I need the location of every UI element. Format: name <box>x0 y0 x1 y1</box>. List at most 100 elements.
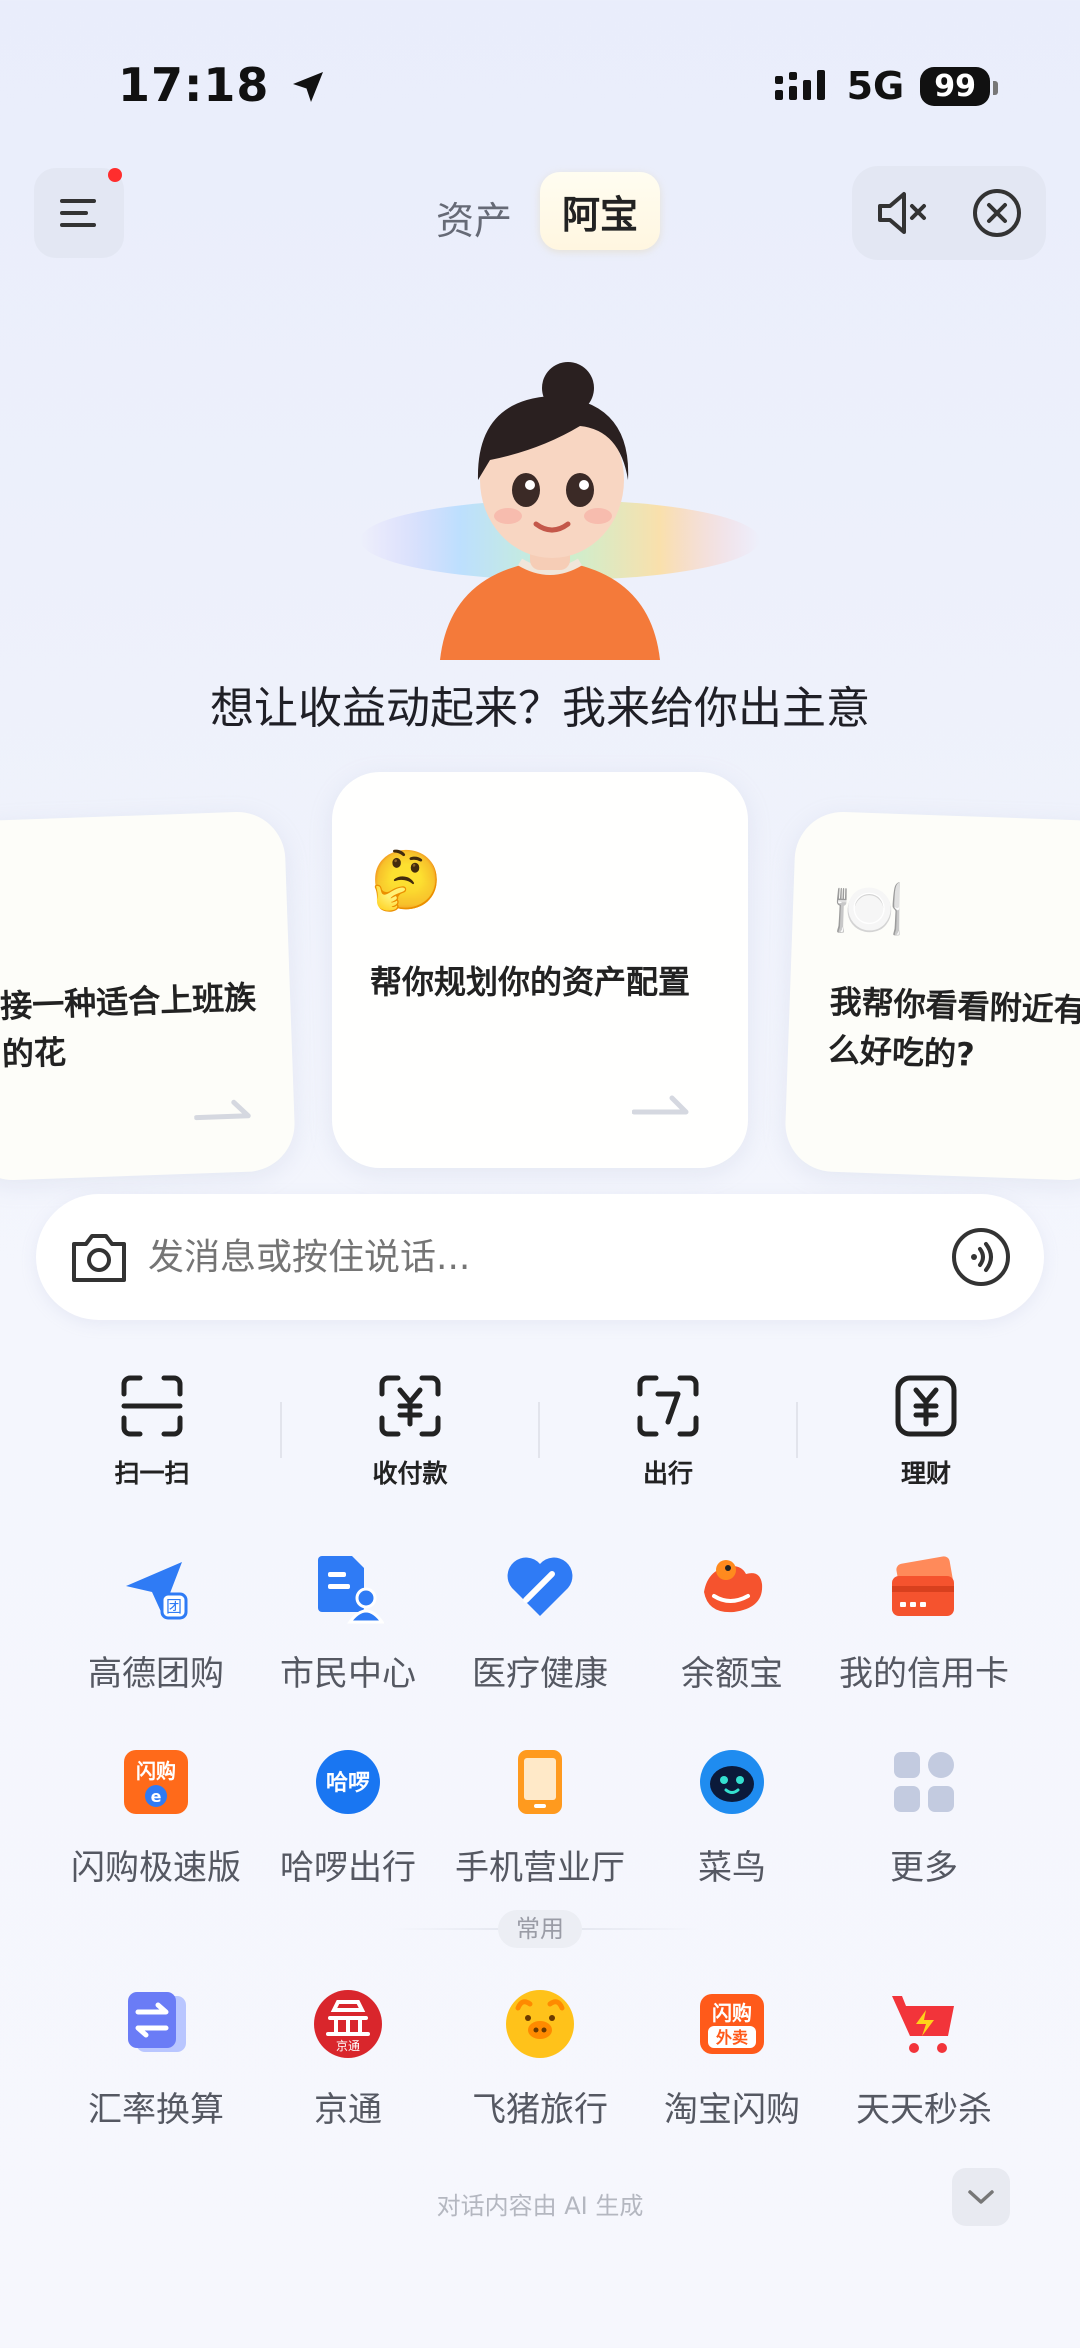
app-daily-flash-sale[interactable]: 天天秒杀 <box>824 1988 1024 2131</box>
notification-dot <box>108 168 122 182</box>
close-circle-icon <box>973 189 1021 237</box>
location-arrow-icon <box>293 72 324 102</box>
app-label: 飞猪旅行 <box>472 2090 608 2130</box>
app-cainiao[interactable]: 菜鸟 <box>632 1746 832 1889</box>
wealth-icon <box>895 1375 957 1437</box>
divider <box>538 1402 540 1458</box>
close-button[interactable] <box>964 180 1030 246</box>
menu-icon <box>60 199 96 227</box>
fliggy-icon <box>506 1990 574 2058</box>
app-label: 天天秒杀 <box>856 2090 992 2130</box>
quick-action-label: 收付款 <box>372 1459 448 1488</box>
camera-icon[interactable] <box>68 1228 130 1286</box>
app-amap-group-buy[interactable]: 团 高德团购 <box>56 1552 256 1695</box>
app-label: 手机营业厅 <box>455 1848 625 1888</box>
app-label: 更多 <box>890 1848 958 1888</box>
plate-cutlery-icon: 🍽️ <box>831 873 907 945</box>
jingtong-badge: 京通 <box>336 2039 360 2053</box>
transit-icon <box>637 1375 699 1437</box>
quick-action-scan[interactable]: 扫一扫 <box>72 1372 232 1490</box>
app-mobile-hall[interactable]: 手机营业厅 <box>440 1746 640 1889</box>
app-health[interactable]: 医疗健康 <box>440 1552 640 1695</box>
taobao-flash-icon: 闪购 外卖 <box>700 1994 764 2054</box>
suggestion-card[interactable]: 🍽️ 我帮你看看附近有什么好吃的? <box>783 810 1080 1182</box>
cainiao-icon <box>700 1750 764 1814</box>
yuebao-icon <box>704 1560 763 1613</box>
speaker-muted-icon <box>878 192 926 234</box>
voice-icon[interactable] <box>950 1226 1012 1288</box>
quick-action-label: 理财 <box>900 1459 951 1488</box>
suggestion-card[interactable]: 接一种适合上班族的花 <box>0 810 297 1182</box>
app-fliggy[interactable]: 飞猪旅行 <box>440 1988 640 2131</box>
battery-level: 99 <box>920 66 998 106</box>
hello-text: 哈啰 <box>326 1770 370 1796</box>
taobao-flash-bottom-text: 外卖 <box>715 2028 748 2047</box>
group-buy-badge: 团 <box>166 1597 182 1616</box>
app-label: 汇率换算 <box>88 2090 224 2130</box>
chevron-down-icon <box>968 2190 994 2204</box>
tab-abao[interactable]: 阿宝 <box>540 172 660 250</box>
network-type: 5G <box>846 64 905 108</box>
status-indicators: 5G 99 <box>774 64 998 108</box>
thinking-face-icon: 🤔 <box>370 846 443 914</box>
app-label: 我的信用卡 <box>839 1654 1009 1694</box>
app-yuebao[interactable]: 余额宝 <box>632 1552 832 1695</box>
payment-code-icon <box>379 1375 441 1437</box>
assistant-avatar <box>340 340 760 660</box>
ai-disclaimer: 对话内容由 AI 生成 <box>436 2192 644 2220</box>
quick-action-label: 出行 <box>642 1459 693 1488</box>
status-time: 17:18 <box>118 58 326 112</box>
flash-buy-bottom-text: e <box>151 1787 162 1806</box>
app-label: 闪购极速版 <box>71 1848 241 1888</box>
quick-action-transit[interactable]: 出行 <box>588 1372 748 1490</box>
divider <box>796 1402 798 1458</box>
jingtong-icon: 京通 <box>314 1990 382 2058</box>
mute-button[interactable] <box>868 180 934 246</box>
flash-buy-icon: 闪购 e <box>124 1750 188 1814</box>
collapse-button[interactable] <box>952 2168 1010 2226</box>
app-label: 哈啰出行 <box>280 1848 416 1888</box>
daily-flash-sale-icon <box>892 1996 954 2053</box>
more-apps-icon <box>894 1752 954 1812</box>
app-label: 淘宝闪购 <box>664 2090 800 2130</box>
app-label: 京通 <box>314 2090 382 2130</box>
health-icon <box>507 1557 573 1616</box>
taobao-flash-top-text: 闪购 <box>712 2001 752 2025</box>
app-credit-card[interactable]: 我的信用卡 <box>824 1552 1024 1695</box>
amap-group-buy-icon: 团 <box>126 1562 188 1620</box>
citizen-center-icon <box>318 1556 385 1624</box>
mobile-hall-icon <box>518 1750 562 1814</box>
suggestion-card[interactable]: 🤔 帮你规划你的资产配置 <box>332 772 748 1168</box>
tab-assets[interactable]: 资产 <box>436 190 512 245</box>
app-taobao-flash[interactable]: 闪购 外卖 淘宝闪购 <box>632 1988 832 2131</box>
common-label: 常用 <box>498 1910 582 1948</box>
quick-action-wealth[interactable]: 理财 <box>846 1372 1006 1490</box>
suggestion-text: 我帮你看看附近有什么好吃的? <box>827 982 1080 1074</box>
app-label: 余额宝 <box>681 1654 783 1694</box>
signal-icon <box>774 70 825 100</box>
suggestion-text: 接一种适合上班族的花 <box>0 978 257 1074</box>
menu-button[interactable] <box>34 168 124 258</box>
arrow-right-icon <box>193 1099 251 1121</box>
app-hello-bike[interactable]: 哈啰 哈啰出行 <box>248 1746 448 1889</box>
quick-action-payment[interactable]: 收付款 <box>330 1372 490 1490</box>
hello-bike-icon: 哈啰 <box>316 1750 380 1814</box>
app-exchange-rate[interactable]: 汇率换算 <box>56 1988 256 2131</box>
app-citizen-center[interactable]: 市民中心 <box>248 1552 448 1695</box>
scan-icon <box>121 1375 183 1437</box>
message-input[interactable] <box>146 1236 910 1279</box>
app-label: 市民中心 <box>280 1654 416 1694</box>
suggestion-text: 帮你规划你的资产配置 <box>370 963 691 1001</box>
quick-action-label: 扫一扫 <box>114 1459 190 1488</box>
app-more[interactable]: 更多 <box>824 1746 1024 1889</box>
app-label: 菜鸟 <box>698 1848 766 1888</box>
app-flash-buy[interactable]: 闪购 e 闪购极速版 <box>56 1746 256 1889</box>
arrow-right-icon <box>632 1095 689 1115</box>
app-jingtong[interactable]: 京通 京通 <box>248 1988 448 2131</box>
app-label: 医疗健康 <box>472 1654 608 1694</box>
flash-buy-top-text: 闪购 <box>136 1759 176 1783</box>
exchange-rate-icon <box>128 1992 186 2052</box>
divider <box>280 1402 282 1458</box>
app-label: 高德团购 <box>88 1654 224 1694</box>
assistant-headline: 想让收益动起来？我来给你出主意 <box>210 683 870 734</box>
